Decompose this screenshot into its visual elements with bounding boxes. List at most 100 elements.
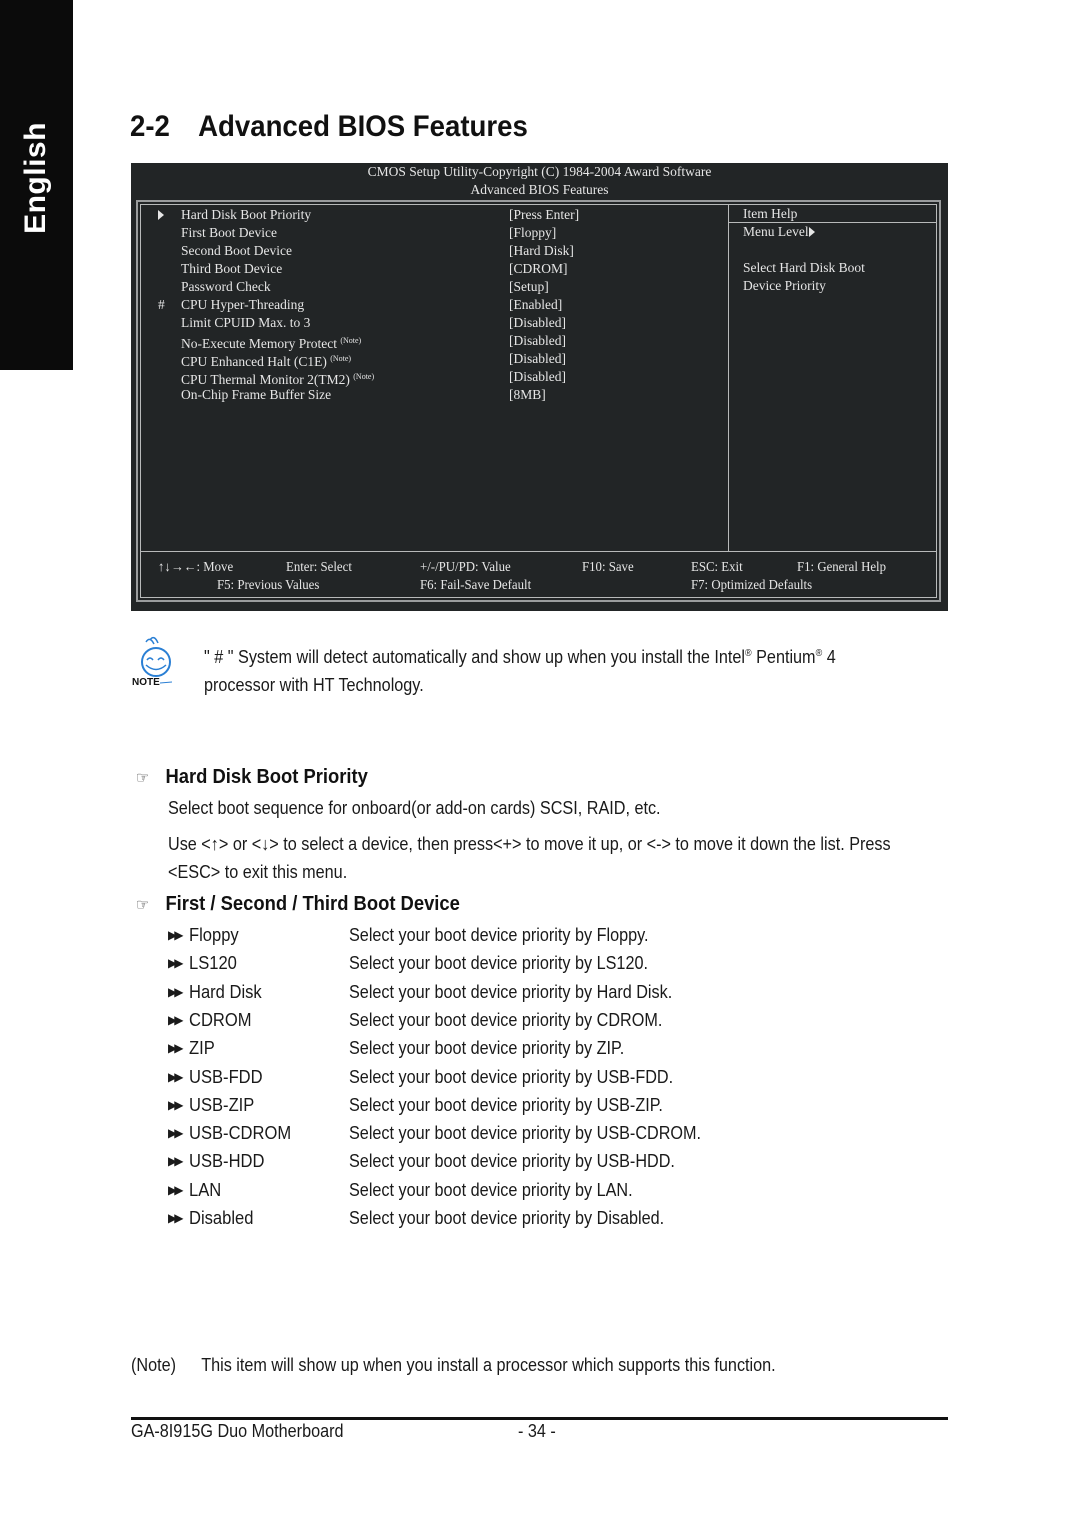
- setting-value[interactable]: [Hard Disk]: [509, 242, 574, 260]
- setting-value[interactable]: [Disabled]: [509, 332, 566, 350]
- setting-value[interactable]: [Disabled]: [509, 368, 566, 386]
- setting-label-text: CPU Enhanced Halt (C1E): [181, 354, 327, 369]
- option-description: Select your boot device priority by ZIP.: [349, 1038, 625, 1059]
- setting-label: Password Check: [181, 279, 271, 294]
- key-move: ↑↓→←: Move: [158, 559, 234, 574]
- option-name: LAN: [189, 1179, 222, 1200]
- section-title-text: Advanced BIOS Features: [198, 110, 528, 143]
- double-arrow-icon: ▶▶: [168, 956, 184, 971]
- language-label: English: [19, 122, 52, 234]
- setting-value[interactable]: [Setup]: [509, 278, 549, 296]
- option-description: Select your boot device priority by USB-…: [349, 1094, 663, 1115]
- pointing-hand-icon: ☞: [136, 897, 150, 914]
- key-exit: ESC: Exit: [691, 559, 743, 574]
- pointing-hand-icon: ☞: [136, 770, 150, 787]
- note-line-1-end: 4: [822, 647, 836, 667]
- key-previous-values: F5: Previous Values: [217, 577, 320, 592]
- help-text-line: Select Hard Disk Boot: [743, 260, 865, 275]
- key-fail-save-default: F6: Fail-Save Default: [420, 577, 532, 592]
- page-number: - 34 -: [518, 1421, 556, 1441]
- bios-setting-row[interactable]: Second Boot Device [Hard Disk]: [131, 242, 721, 260]
- option-name: USB-HDD: [189, 1151, 265, 1172]
- setting-value[interactable]: [Disabled]: [509, 350, 566, 368]
- setting-value[interactable]: [Floppy]: [509, 224, 556, 242]
- product-name: GA-8I915G Duo Motherboard: [131, 1421, 344, 1441]
- setting-label: Limit CPUID Max. to 3: [181, 315, 311, 330]
- double-arrow-icon: ▶▶: [168, 1154, 184, 1169]
- setting-value[interactable]: [CDROM]: [509, 260, 568, 278]
- note-superscript: (Note): [330, 354, 352, 363]
- setting-label-text: No-Execute Memory Protect: [181, 336, 337, 351]
- boot-device-heading-text: First / Second / Third Boot Device: [165, 893, 460, 915]
- setting-label: CPU Hyper-Threading: [181, 297, 305, 312]
- menu-level-label: Menu Level: [743, 224, 809, 239]
- bios-setting-row[interactable]: No-Execute Memory Protect (Note) [Disable…: [131, 332, 721, 351]
- option-description: Select your boot device priority by LAN.: [349, 1179, 633, 1200]
- setting-label: Second Boot Device: [181, 243, 292, 258]
- option-name: Disabled: [189, 1208, 254, 1228]
- setting-label: On-Chip Frame Buffer Size: [181, 387, 332, 402]
- section-title: 2-2 Advanced BIOS Features: [130, 110, 528, 144]
- option-name: CDROM: [189, 1009, 252, 1030]
- hdd-priority-para1: Select boot sequence for onboard(or add-…: [168, 798, 661, 818]
- ht-note-text: " # " System will detect automatically a…: [204, 640, 836, 699]
- item-help-title: Item Help: [743, 206, 798, 221]
- setting-value[interactable]: [8MB]: [509, 386, 546, 404]
- setting-value[interactable]: [Enabled]: [509, 296, 562, 314]
- language-side-tab: English: [0, 0, 73, 370]
- bios-setting-row[interactable]: # CPU Hyper-Threading [Enabled]: [131, 296, 721, 314]
- note-superscript: (Note): [340, 336, 362, 345]
- double-arrow-icon: ▶▶: [168, 1012, 184, 1027]
- bios-screen: CMOS Setup Utility-Copyright (C) 1984-20…: [131, 163, 948, 611]
- footnote: (Note) This item will show up when you in…: [131, 1355, 776, 1376]
- double-arrow-icon: ▶▶: [168, 1211, 184, 1225]
- option-name: LS120: [189, 953, 237, 974]
- bios-footer-divider: [140, 551, 937, 552]
- bios-header-copyright: CMOS Setup Utility-Copyright (C) 1984-20…: [367, 164, 712, 179]
- footnote-text: This item will show up when you install …: [201, 1355, 776, 1375]
- bios-header-title: Advanced BIOS Features: [470, 182, 609, 197]
- note-line-1: " # " System will detect automatically a…: [204, 647, 745, 667]
- section-number: 2-2: [130, 110, 170, 143]
- hdd-priority-heading: ☞ Hard Disk Boot Priority: [136, 766, 368, 789]
- key-save: F10: Save: [582, 559, 634, 574]
- bios-setting-row[interactable]: Third Boot Device [CDROM]: [131, 260, 721, 278]
- footnote-tag: (Note): [131, 1355, 177, 1375]
- double-arrow-icon: ▶▶: [168, 1069, 184, 1084]
- footer-rule: [131, 1417, 948, 1420]
- double-arrow-icon: ▶▶: [168, 1041, 184, 1056]
- double-arrow-icon: ▶▶: [168, 984, 184, 999]
- note-smiley-icon: NOTE: [132, 634, 173, 690]
- bios-setting-row[interactable]: First Boot Device [Floppy]: [131, 224, 721, 242]
- hash-marker: #: [158, 297, 165, 312]
- note-pentium: Pentium: [751, 647, 816, 667]
- note-line-2: processor with HT Technology.: [204, 675, 424, 695]
- hdd-priority-para2-line1: Use <↑> or <↓> to select a device, then …: [168, 834, 891, 854]
- key-optimized-defaults: F7: Optimized Defaults: [691, 577, 813, 592]
- note-superscript: (Note): [353, 372, 375, 381]
- option-name: Floppy: [189, 925, 239, 945]
- bios-setting-row[interactable]: CPU Enhanced Halt (C1E) (Note) [Disabled]: [131, 350, 721, 369]
- setting-value[interactable]: [Disabled]: [509, 314, 566, 332]
- hdd-priority-heading-text: Hard Disk Boot Priority: [165, 766, 368, 788]
- triangle-right-icon: [158, 206, 170, 224]
- option-description: Select your boot device priority by LS12…: [349, 953, 648, 974]
- setting-value[interactable]: [Press Enter]: [509, 206, 579, 224]
- double-arrow-icon: ▶▶: [168, 1126, 184, 1141]
- bios-setting-row[interactable]: On-Chip Frame Buffer Size [8MB]: [131, 386, 721, 404]
- option-description: Select your boot device priority by USB-…: [349, 1123, 702, 1144]
- bios-setting-row[interactable]: Limit CPUID Max. to 3 [Disabled]: [131, 314, 721, 332]
- help-text-line: Device Priority: [743, 278, 826, 293]
- bios-setting-row[interactable]: Password Check [Setup]: [131, 278, 721, 296]
- bios-column-divider: [728, 204, 729, 551]
- option-name: ZIP: [189, 1038, 215, 1059]
- setting-label: Hard Disk Boot Priority: [181, 207, 312, 222]
- boot-device-heading: ☞ First / Second / Third Boot Device: [136, 893, 460, 916]
- double-arrow-icon: ▶▶: [168, 1097, 184, 1112]
- bios-setting-row[interactable]: Hard Disk Boot Priority [Press Enter]: [131, 206, 721, 224]
- key-general-help: F1: General Help: [797, 559, 887, 574]
- bios-setting-row[interactable]: CPU Thermal Monitor 2(TM2) (Note) [Disabl…: [131, 368, 721, 387]
- setting-label-text: CPU Thermal Monitor 2(TM2): [181, 372, 350, 387]
- option-description: Select your boot device priority by Disa…: [349, 1208, 665, 1228]
- option-description: Select your boot device priority by Hard…: [349, 981, 673, 1002]
